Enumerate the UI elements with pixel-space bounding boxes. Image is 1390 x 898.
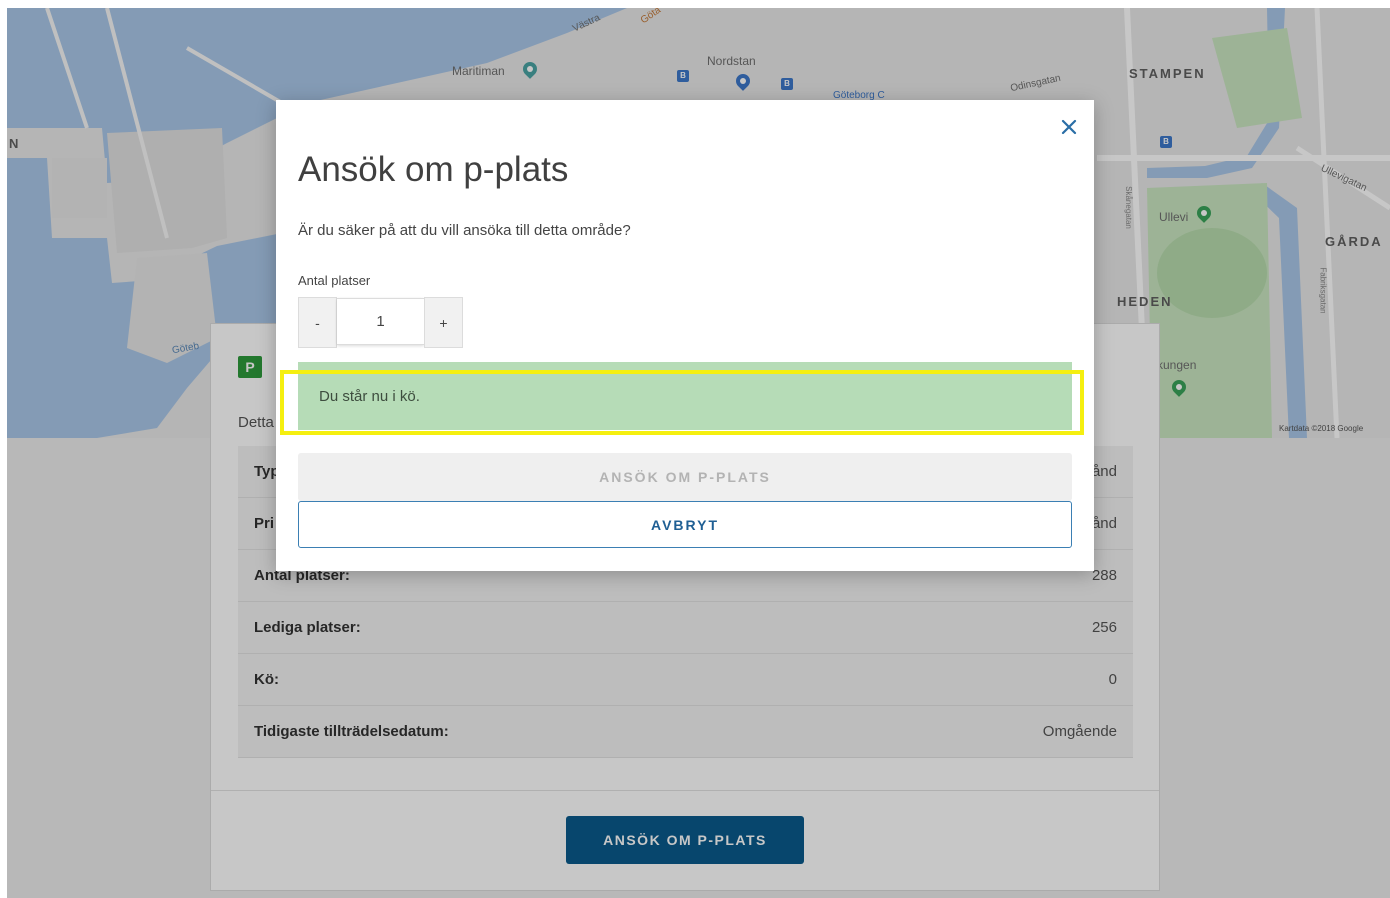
apply-parking-modal: Ansök om p-plats Är du säker på att du v… (276, 100, 1094, 571)
apply-button-disabled[interactable]: ANSÖK OM P-PLATS (298, 453, 1072, 501)
close-button[interactable] (1058, 116, 1080, 138)
quantity-label: Antal platser (298, 273, 371, 288)
close-icon (1061, 119, 1077, 135)
frame-edge (0, 0, 1390, 8)
increment-button[interactable]: + (424, 297, 463, 348)
confirm-question: Är du säker på att du vill ansöka till d… (298, 222, 631, 239)
quantity-input[interactable] (337, 298, 424, 345)
frame-edge (0, 0, 7, 898)
cancel-button[interactable]: AVBRYT (298, 501, 1072, 548)
queue-status-alert: Du står nu i kö. (298, 362, 1072, 430)
modal-title: Ansök om p-plats (298, 150, 569, 189)
decrement-button[interactable]: - (298, 297, 337, 348)
quantity-stepper: - + (298, 297, 463, 348)
queue-status-message: Du står nu i kö. (319, 388, 420, 405)
